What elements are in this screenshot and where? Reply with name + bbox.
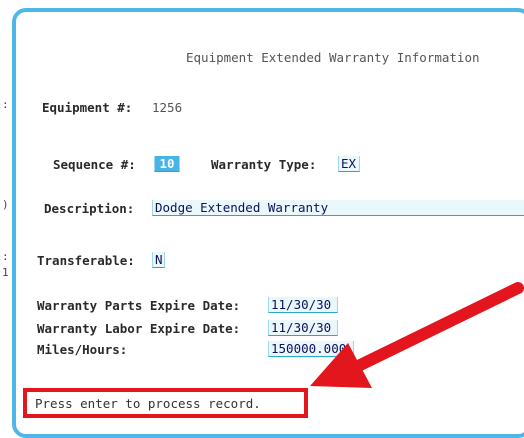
arrow-shaft — [344, 282, 524, 376]
annotation-arrow-icon — [310, 282, 524, 388]
